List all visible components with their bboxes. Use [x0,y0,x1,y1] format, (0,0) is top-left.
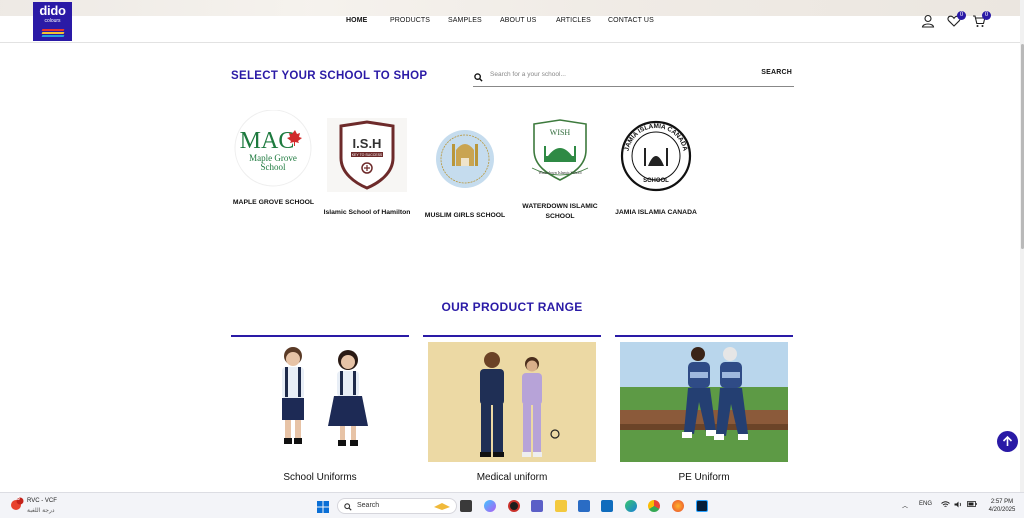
nav-contact-us[interactable]: CONTACT US [608,17,654,24]
arrow-up-icon [1002,435,1013,446]
taskbar-notification[interactable]: 3 RVC - VCF درجة اللغبة [10,496,57,516]
firefox-icon[interactable] [672,500,684,512]
page: dido colours HOME PRODUCTS SAMPLES ABOUT… [0,0,1024,518]
cart-icon[interactable]: 0 [972,11,991,28]
school-uniforms-image [236,342,404,462]
search-icon [344,503,352,511]
product-name: School Uniforms [283,472,357,483]
copilot-icon[interactable] [484,500,496,512]
nav-samples[interactable]: SAMPLES [448,17,482,24]
site-header: dido colours HOME PRODUCTS SAMPLES ABOUT… [0,0,1020,43]
svg-text:KEY TO SUCCESS: KEY TO SUCCESS [352,153,383,157]
school-card-islamic-hamilton[interactable]: I.S.H KEY TO SUCCESS Islamic School of H… [324,118,410,233]
product-name: PE Uniform [678,472,730,483]
main-nav: HOME PRODUCTS SAMPLES ABOUT US ARTICLES … [0,17,1020,29]
clock-date: 4/20/2025 [988,507,1016,513]
windows-start-icon[interactable] [317,500,329,513]
app-icon-red[interactable] [508,500,520,512]
notification-title: RVC - VCF [27,498,57,504]
taskbar-clock[interactable]: 2:57 PM 4/20/2025 [984,498,1020,514]
svg-text:Waterdown Islamic School: Waterdown Islamic School [538,170,582,175]
jamia-islamia-logo: JAMIA ISLAMIA CANADA SCHOOL [620,120,692,192]
muslim-girls-school-logo [436,130,494,188]
wifi-icon[interactable] [941,501,950,510]
school-name: JAMIA ISLAMIA CANADA [615,209,697,216]
svg-text:SCHOOL: SCHOOL [643,178,669,184]
photoshop-icon[interactable] [696,500,708,512]
svg-text:WISH: WISH [550,128,571,137]
notification-subtitle: درجة اللغبة [27,508,55,514]
language-indicator[interactable]: ENG [919,501,932,507]
show-hidden-icons-chevron-icon[interactable]: ︿ [902,501,908,510]
file-explorer-icon[interactable] [555,500,567,512]
scroll-to-top-button[interactable] [997,431,1018,452]
logo-text: dido [39,3,66,18]
pe-uniform-image [620,342,788,462]
search-button[interactable]: SEARCH [761,69,792,76]
windows-taskbar: 3 RVC - VCF درجة اللغبة Search ︿ ENG 2:5… [0,492,1024,518]
nav-about-us[interactable]: ABOUT US [500,17,536,24]
outlook-icon[interactable] [601,500,613,512]
store-icon[interactable] [578,500,590,512]
ish-shield-logo: I.S.H KEY TO SUCCESS [327,118,407,192]
school-name: WATERDOWN ISLAMIC SCHOOL [522,203,598,220]
svg-text:School: School [260,162,286,172]
notification-count: 3 [17,496,20,502]
volume-icon[interactable] [954,501,963,510]
school-search-input[interactable] [490,68,740,80]
taskbar-search-label: Search [357,502,380,509]
select-school-heading: SELECT YOUR SCHOOL TO SHOP [231,70,428,82]
product-name: Medical uniform [476,472,548,483]
teams-icon[interactable] [531,500,543,512]
medical-uniform-image [428,342,596,462]
user-account-icon[interactable] [921,14,935,28]
maple-grove-logo-text: MAC [240,128,295,154]
search-highlight-icon [434,503,450,510]
svg-text:I.S.H: I.S.H [353,136,382,151]
task-view-icon[interactable] [460,500,472,512]
school-name: Islamic School of Hamilton [323,209,411,216]
school-name: MAPLE GROVE SCHOOL [232,199,315,206]
clock-time: 2:57 PM [990,499,1014,505]
taskbar-search[interactable]: Search [337,498,457,514]
school-card-jamia-islamia[interactable]: JAMIA ISLAMIA CANADA SCHOOL JAMIA ISLAMI… [614,118,698,228]
page-scrollbar[interactable] [1020,0,1024,492]
school-card-maple-grove[interactable]: MAC Maple Grove School MAPLE GROVE SCHOO… [233,109,314,220]
search-icon [474,69,483,87]
school-search-bar: SEARCH [473,64,794,87]
nav-products[interactable]: PRODUCTS [390,17,430,24]
waterdown-islamic-logo: WISH Waterdown Islamic School [531,119,589,181]
battery-icon[interactable] [967,501,977,509]
chrome-icon[interactable] [648,500,660,512]
product-card-medical-uniform[interactable]: Medical uniform [423,335,601,495]
logo-stripes [41,28,65,37]
school-card-muslim-girls[interactable]: MUSLIM GIRLS SCHOOL [425,122,505,227]
edge-icon[interactable] [625,500,637,512]
product-card-pe-uniform[interactable]: PE Uniform [615,335,793,495]
wishlist-heart-icon[interactable]: 0 [947,11,966,28]
nav-articles[interactable]: ARTICLES [556,17,591,24]
school-card-waterdown[interactable]: WISH Waterdown Islamic School WATERDOWN … [520,118,600,228]
school-name: MUSLIM GIRLS SCHOOL [424,212,506,219]
nav-home[interactable]: HOME [346,17,367,24]
wishlist-count-badge: 0 [957,11,966,20]
product-card-school-uniforms[interactable]: School Uniforms [231,335,409,495]
product-range-heading: OUR PRODUCT RANGE [441,300,583,314]
maple-grove-logo: MAC Maple Grove School [234,109,312,187]
cart-count-badge: 0 [982,11,991,20]
